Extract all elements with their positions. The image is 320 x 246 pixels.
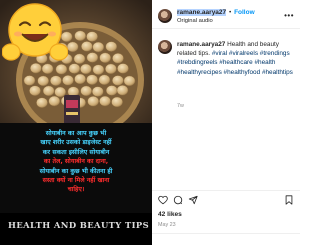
soybean: [62, 75, 74, 86]
health-beauty-banner: HEALTH AND BEAUTY TIPS: [8, 218, 150, 232]
soybean: [54, 86, 67, 98]
hashtag-link[interactable]: #trendings: [260, 50, 290, 57]
soybean: [74, 73, 86, 85]
soybean: [42, 85, 55, 97]
soybean: [92, 86, 104, 97]
soybean: [37, 75, 50, 87]
soybean: [86, 74, 98, 85]
heart-icon[interactable]: [158, 195, 168, 205]
soybean: [117, 63, 129, 74]
hashtag-link[interactable]: #healthyrecipes: [177, 69, 222, 76]
soybean: [81, 41, 93, 52]
soybean: [66, 41, 79, 53]
soybean: [99, 95, 111, 107]
soybean: [98, 74, 111, 86]
soybean: [74, 30, 86, 41]
instagram-post-window: सोयाबीन का आप कुछ भी खाए शरीर उसको डाइजेस…: [0, 0, 300, 245]
hashtag-link[interactable]: #viral: [212, 50, 227, 57]
post-details-panel: ramane.aarya27 • Follow Original audio •…: [152, 0, 300, 245]
soybean: [105, 63, 117, 75]
soybean: [112, 75, 124, 86]
share-icon[interactable]: [188, 195, 198, 205]
overlay-line: खाए शरीर उसको डाइजेस्ट नहीं: [40, 139, 112, 147]
avatar[interactable]: [158, 9, 172, 23]
avatar[interactable]: [158, 40, 172, 54]
soybean: [99, 52, 111, 63]
soybean: [73, 53, 86, 64]
follow-button[interactable]: Follow: [234, 9, 255, 16]
overlay-line: सस्ता क्यों ना मिले नहीं खाना: [42, 177, 110, 185]
overlay-line: सोयाबीन का कुछ भी कीतना ही: [39, 167, 113, 175]
soybean: [80, 85, 92, 97]
soybean: [29, 85, 41, 96]
comment-icon[interactable]: [173, 195, 183, 205]
post-header: ramane.aarya27 • Follow Original audio •…: [152, 0, 300, 29]
overlay-line: कर सकता इसीलिए सोयाबीन: [42, 148, 110, 156]
soybean: [105, 41, 118, 52]
caption-text: ramane.aarya27 Health and beauty related…: [177, 40, 295, 77]
caption-username-link[interactable]: ramane.aarya27: [177, 41, 225, 48]
soybean: [80, 63, 92, 75]
soybean: [23, 75, 36, 86]
post-age: 7w: [177, 103, 184, 109]
hindi-text-overlay: सोयाबीन का आप कुछ भी खाए शरीर उसको डाइजेस…: [0, 123, 152, 213]
original-audio-link[interactable]: Original audio: [177, 18, 213, 24]
soybean: [92, 41, 105, 53]
post-date: May 23: [158, 222, 176, 228]
hashtag-link[interactable]: #healthtips: [262, 69, 293, 76]
hashtag-link[interactable]: #viralreels: [229, 50, 258, 57]
hashtag-link[interactable]: #health: [254, 59, 275, 66]
soybean: [68, 63, 81, 74]
header-user-line: ramane.aarya27 • Follow: [177, 9, 255, 16]
overlay-line: चाहिए।: [67, 186, 85, 194]
soybean: [86, 52, 99, 63]
soybean: [116, 85, 129, 96]
soybean: [48, 95, 61, 107]
overlay-line: सोयाबीन का आप कुछ भी: [45, 130, 107, 137]
overlay-line: का तेल, सोयाबीन का दाना,: [43, 158, 109, 166]
hashtag-link[interactable]: #healthcare: [219, 59, 252, 66]
likes-count[interactable]: 42 likes: [158, 211, 182, 218]
soybean: [50, 75, 62, 86]
post-media[interactable]: सोयाबीन का आप कुछ भी खाए शरीर उसको डाइजेस…: [0, 0, 152, 245]
smiling-emoji-icon: [2, 3, 68, 61]
action-bar: [152, 190, 300, 209]
bookmark-icon[interactable]: [284, 195, 294, 205]
soybean: [87, 96, 99, 107]
soybean: [112, 53, 124, 64]
soybean: [123, 75, 136, 87]
soybean: [86, 31, 98, 42]
soybean: [106, 85, 118, 96]
soybean: [111, 96, 123, 108]
hashtag-link[interactable]: #trebdingreels: [177, 59, 218, 66]
separator-dot: •: [228, 9, 232, 16]
hashtag-link[interactable]: #healthyfood: [224, 69, 261, 76]
add-comment-area[interactable]: [152, 233, 300, 246]
soybean: [36, 97, 48, 108]
soybean: [92, 64, 105, 75]
header-username-link[interactable]: ramane.aarya27: [177, 9, 227, 16]
more-options-icon[interactable]: •••: [284, 11, 294, 20]
